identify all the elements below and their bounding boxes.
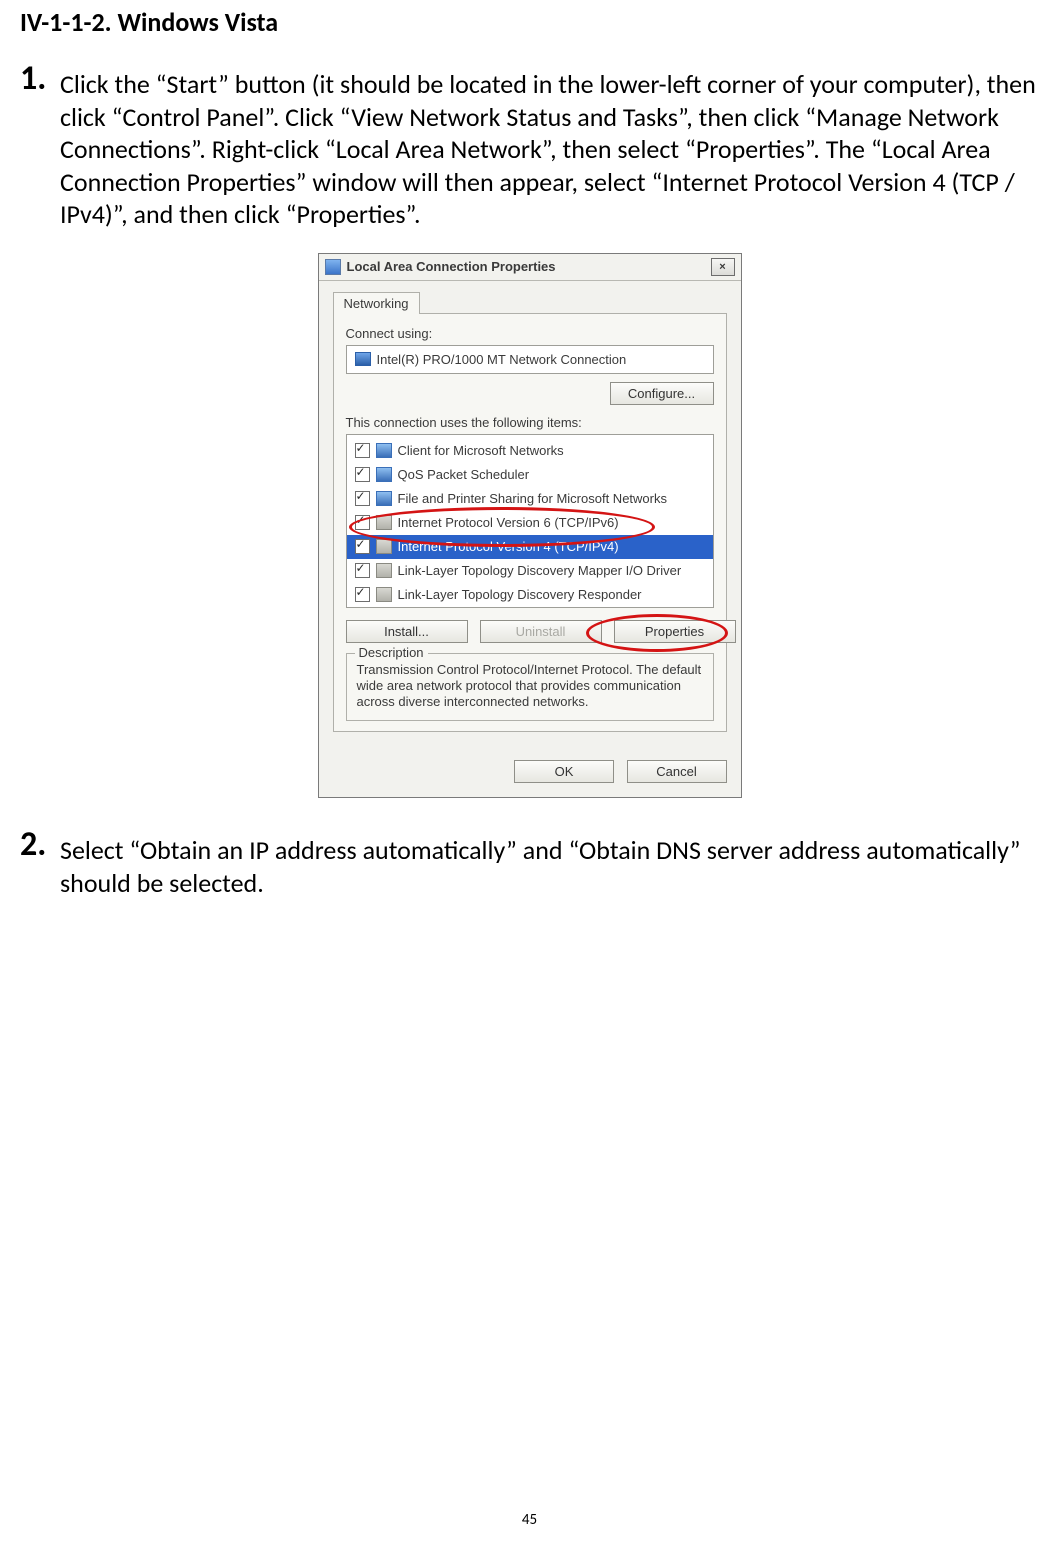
item-buttons-row: Install... Uninstall Properties — [346, 620, 714, 643]
tab-panel: Connect using: Intel(R) PRO/1000 MT Netw… — [333, 313, 727, 733]
list-item[interactable]: Internet Protocol Version 6 (TCP/IPv6) — [347, 511, 713, 535]
dialog-body: Networking Connect using: Intel(R) PRO/1… — [319, 281, 741, 747]
list-item-label: Link-Layer Topology Discovery Responder — [398, 587, 642, 602]
step-number-2: 2. — [20, 828, 60, 862]
step-text-2: Select “Obtain an IP address automatical… — [60, 828, 1039, 899]
list-item-label: QoS Packet Scheduler — [398, 467, 530, 482]
install-button[interactable]: Install... — [346, 620, 468, 643]
list-item[interactable]: Link-Layer Topology Discovery Mapper I/O… — [347, 559, 713, 583]
list-item[interactable]: Link-Layer Topology Discovery Responder — [347, 583, 713, 607]
cancel-button[interactable]: Cancel — [627, 760, 727, 783]
list-item-label: Internet Protocol Version 6 (TCP/IPv6) — [398, 515, 619, 530]
component-icon — [376, 467, 392, 482]
description-fieldset: Description Transmission Control Protoco… — [346, 653, 714, 722]
properties-button[interactable]: Properties — [614, 620, 736, 643]
dialog-footer: OK Cancel — [319, 746, 741, 797]
component-icon — [376, 443, 392, 458]
list-item[interactable]: QoS Packet Scheduler — [347, 463, 713, 487]
list-item[interactable]: Client for Microsoft Networks — [347, 439, 713, 463]
document-page: IV-1-1-2. Windows Vista 1. Click the “St… — [0, 0, 1059, 1547]
component-icon — [376, 491, 392, 506]
ok-button[interactable]: OK — [514, 760, 614, 783]
dialog-local-area-connection-properties: Local Area Connection Properties × Netwo… — [318, 253, 742, 799]
configure-row: Configure... — [346, 382, 714, 405]
list-item-label: Internet Protocol Version 4 (TCP/IPv4) — [398, 539, 619, 554]
configure-button[interactable]: Configure... — [610, 382, 714, 405]
window-icon — [325, 259, 341, 275]
list-item-label: File and Printer Sharing for Microsoft N… — [398, 491, 667, 506]
component-icon — [376, 539, 392, 554]
dialog-titlebar: Local Area Connection Properties × — [319, 254, 741, 281]
adapter-name: Intel(R) PRO/1000 MT Network Connection — [377, 352, 627, 367]
checkbox-icon[interactable] — [355, 563, 370, 578]
list-item-selected-ipv4[interactable]: Internet Protocol Version 4 (TCP/IPv4) — [347, 535, 713, 559]
step-2: 2. Select “Obtain an IP address automati… — [20, 828, 1039, 899]
list-item[interactable]: File and Printer Sharing for Microsoft N… — [347, 487, 713, 511]
uninstall-button: Uninstall — [480, 620, 602, 643]
step-text-1: Click the “Start” button (it should be l… — [60, 62, 1039, 231]
adapter-icon — [355, 352, 371, 366]
component-icon — [376, 587, 392, 602]
checkbox-icon[interactable] — [355, 467, 370, 482]
list-item-label: Link-Layer Topology Discovery Mapper I/O… — [398, 563, 682, 578]
checkbox-icon[interactable] — [355, 539, 370, 554]
dialog-title: Local Area Connection Properties — [347, 259, 556, 274]
checkbox-icon[interactable] — [355, 491, 370, 506]
figure-wrap: Local Area Connection Properties × Netwo… — [20, 253, 1039, 799]
description-legend: Description — [355, 645, 428, 660]
items-label: This connection uses the following items… — [346, 415, 714, 430]
component-icon — [376, 515, 392, 530]
description-text: Transmission Control Protocol/Internet P… — [357, 662, 703, 711]
connection-items-list[interactable]: Client for Microsoft Networks QoS Packet… — [346, 434, 714, 608]
connect-using-label: Connect using: — [346, 326, 714, 341]
list-item-label: Client for Microsoft Networks — [398, 443, 564, 458]
close-button[interactable]: × — [711, 258, 735, 276]
section-heading: IV-1-1-2. Windows Vista — [20, 6, 1039, 38]
checkbox-icon[interactable] — [355, 587, 370, 602]
step-1: 1. Click the “Start” button (it should b… — [20, 62, 1039, 231]
checkbox-icon[interactable] — [355, 515, 370, 530]
step-number-1: 1. — [20, 62, 60, 96]
checkbox-icon[interactable] — [355, 443, 370, 458]
component-icon — [376, 563, 392, 578]
page-number: 45 — [0, 1511, 1059, 1529]
adapter-field: Intel(R) PRO/1000 MT Network Connection — [346, 345, 714, 374]
tab-networking[interactable]: Networking — [333, 292, 420, 314]
